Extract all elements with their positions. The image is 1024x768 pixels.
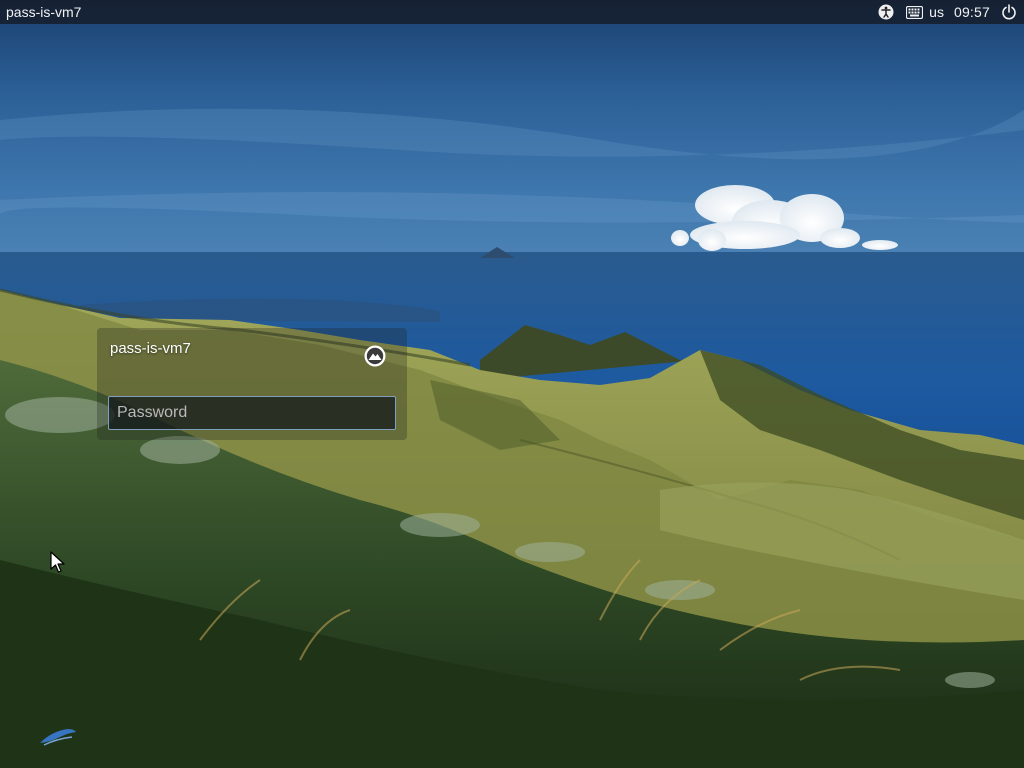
mouse-pointer-icon bbox=[50, 551, 65, 573]
login-screen: pass-is-vm7 us 09:57 pass-is-vm7 bbox=[0, 0, 1024, 768]
password-field[interactable] bbox=[108, 396, 396, 430]
panel-hostname: pass-is-vm7 bbox=[6, 4, 82, 20]
keyboard-icon bbox=[905, 3, 923, 21]
session-badge-icon[interactable] bbox=[364, 345, 386, 367]
panel-clock[interactable]: 09:57 bbox=[954, 4, 990, 20]
login-box: pass-is-vm7 bbox=[97, 328, 407, 440]
keyboard-layout-indicator[interactable]: us bbox=[905, 3, 944, 21]
accessibility-icon[interactable] bbox=[877, 3, 895, 21]
distro-logo-icon bbox=[40, 729, 76, 746]
keyboard-layout-label: us bbox=[929, 4, 944, 20]
power-icon[interactable] bbox=[1000, 3, 1018, 21]
username-label[interactable]: pass-is-vm7 bbox=[110, 340, 191, 357]
top-panel: pass-is-vm7 us 09:57 bbox=[0, 0, 1024, 24]
